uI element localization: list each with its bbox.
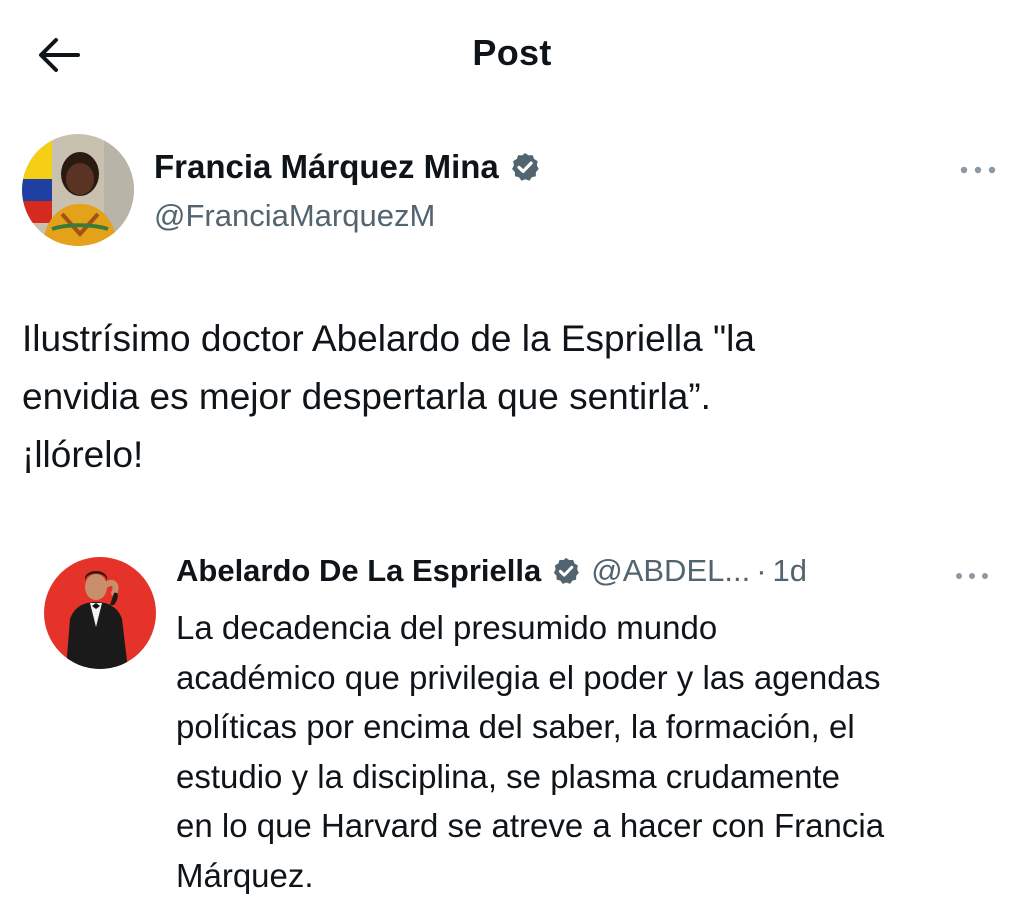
quoted-text-line: políticas por encima del saber, la forma…: [176, 708, 855, 745]
avatar[interactable]: [22, 134, 134, 246]
post-author: Francia Márquez Mina @FranciaMarquezM: [22, 134, 1002, 249]
verified-badge-icon: [551, 556, 581, 586]
post-text-line: envidia es mejor despertarla que sentirl…: [22, 376, 711, 417]
quoted-text-line: académico que privilegia el poder y las …: [176, 658, 881, 696]
post-text-line: Ilustrísimo doctor Abelardo de la Esprie…: [22, 318, 755, 359]
post-body: Ilustrísimo doctor Abelardo de la Esprie…: [22, 310, 982, 484]
post-text-line: ¡llórelo!: [22, 434, 144, 475]
quoted-text-line: La decadencia del presumido mundo: [176, 609, 718, 646]
author-name-row: Francia Márquez Mina: [154, 148, 541, 186]
separator-dot: ·: [756, 553, 767, 588]
page-title: Post: [472, 32, 552, 73]
more-horizontal-icon: [956, 573, 988, 579]
more-horizontal-icon: [960, 166, 996, 174]
quoted-avatar[interactable]: [44, 557, 156, 669]
quoted-text-line: estudio y la disciplina, se plasma cruda…: [176, 757, 841, 795]
verified-badge-icon: [509, 151, 541, 183]
quoted-text-line: Márquez.: [176, 856, 314, 894]
top-bar: Post: [0, 0, 1024, 105]
avatar-abelardo: [44, 557, 156, 669]
quoted-post[interactable]: Abelardo De La Espriella @ABDEL... · 1d …: [44, 545, 994, 917]
avatar-francia: [22, 134, 134, 246]
quoted-timestamp[interactable]: 1d: [773, 553, 807, 589]
quoted-header: Abelardo De La Espriella @ABDEL... · 1d: [176, 553, 807, 589]
author-handle[interactable]: @FranciaMarquezM: [154, 198, 435, 234]
author-name[interactable]: Francia Márquez Mina: [154, 148, 499, 186]
quoted-body: La decadencia del presumido mundo académ…: [176, 603, 996, 900]
quoted-author-name[interactable]: Abelardo De La Espriella: [176, 553, 541, 589]
quoted-text-line: en lo que Harvard se atreve a hacer con …: [176, 807, 885, 844]
quoted-more-options-button[interactable]: [950, 565, 994, 587]
quoted-author-handle[interactable]: @ABDEL...: [591, 553, 750, 589]
more-options-button[interactable]: [954, 158, 1002, 182]
